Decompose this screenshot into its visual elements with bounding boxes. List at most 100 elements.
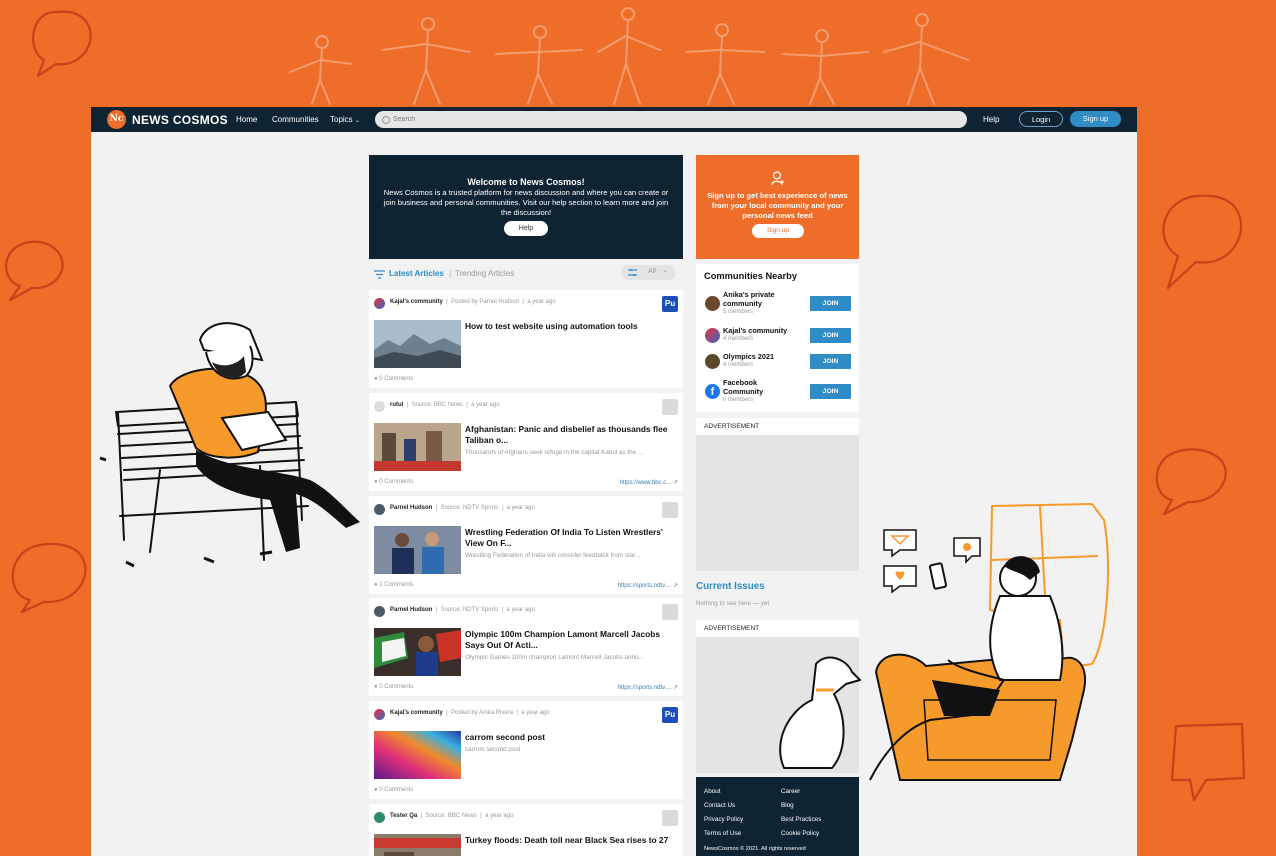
site-logo[interactable]: Nc	[107, 110, 126, 129]
article-community[interactable]: Kajal's community	[390, 299, 443, 305]
comment-icon: ●	[374, 582, 378, 588]
community-name[interactable]: Olympics 2021	[723, 352, 797, 361]
article-thumbnail[interactable]	[374, 423, 461, 471]
article-comments[interactable]: ● 0 Comments	[374, 684, 413, 690]
community-item[interactable]: Anika's private community 5 members JOIN	[696, 290, 859, 316]
article-comments[interactable]: ● 1 Comments	[374, 582, 413, 588]
nav-topics[interactable]: Topics ⌄	[330, 115, 360, 124]
article-card[interactable]: Parnel Hudson | Source: NDTV Sports | a …	[369, 598, 683, 696]
article-url[interactable]: https://sports.ndtv.... ↗	[618, 684, 678, 691]
article-comments[interactable]: ● 0 Comments	[374, 787, 413, 793]
comment-count: 0 Comments	[379, 479, 414, 485]
nav-communities[interactable]: Communities	[272, 115, 319, 124]
community-name[interactable]: Kajal's community	[723, 326, 797, 335]
community-item[interactable]: Kajal's community 4 members JOIN	[696, 326, 859, 352]
article-thumbnail[interactable]	[374, 834, 461, 856]
nav-home[interactable]: Home	[236, 115, 257, 124]
advertisement-placeholder[interactable]	[696, 637, 859, 773]
join-button[interactable]: JOIN	[810, 296, 851, 311]
article-card[interactable]: rutul | Source: BBC News | a year ago Af…	[369, 393, 683, 491]
join-button[interactable]: JOIN	[810, 384, 851, 399]
join-button[interactable]: JOIN	[810, 328, 851, 343]
login-button[interactable]: Login	[1019, 111, 1063, 127]
article-community[interactable]: Tester Qa	[390, 813, 417, 819]
welcome-text: News Cosmos is a trusted platform for ne…	[383, 188, 669, 217]
article-time: a year ago	[527, 299, 556, 305]
source-badge[interactable]	[662, 810, 678, 826]
article-community[interactable]: Parnel Hudson	[390, 607, 432, 613]
article-source: Parnel Hudson | Source: NDTV Sports | a …	[390, 505, 535, 511]
advertisement-label: ADVERTISEMENT	[704, 423, 760, 430]
signup-button[interactable]: Sign up	[1070, 111, 1121, 127]
communities-nearby: Communities Nearby Anika's private commu…	[696, 264, 859, 412]
article-comments[interactable]: ● 0 Comments	[374, 479, 413, 485]
tab-latest-articles[interactable]: Latest Articles	[389, 269, 444, 278]
article-thumbnail[interactable]	[374, 320, 461, 368]
article-card[interactable]: Kajal's community | Posted by Anika Rive…	[369, 701, 683, 799]
chevron-down-icon: ⌄	[354, 118, 360, 124]
article-url-text: https://sports.ndtv....	[617, 583, 672, 589]
article-comments[interactable]: ● 0 Comments	[374, 376, 413, 382]
footer-link-blog[interactable]: Blog	[781, 802, 794, 809]
article-title[interactable]: Afghanistan: Panic and disbelief as thou…	[465, 424, 680, 445]
community-item[interactable]: f Facebook Community 0 members JOIN	[696, 378, 859, 404]
footer-link-best-practices[interactable]: Best Practices	[781, 816, 821, 823]
article-community[interactable]: rutul	[390, 402, 403, 408]
signup-promo-text: Sign up to get best experience of news f…	[707, 191, 848, 220]
article-url[interactable]: https://www.bbc.c... ↗	[620, 479, 678, 486]
communities-title: Communities Nearby	[704, 271, 797, 281]
advertisement-slot: ADVERTISEMENT	[696, 620, 859, 773]
article-card[interactable]: Kajal's community | Posted by Parnel Hud…	[369, 290, 683, 388]
comment-icon: ●	[374, 479, 378, 485]
article-title[interactable]: Olympic 100m Champion Lamont Marcell Jac…	[465, 629, 680, 650]
search-input[interactable]	[375, 111, 967, 128]
footer-link-career[interactable]: Career	[781, 788, 800, 795]
article-thumbnail[interactable]	[374, 731, 461, 779]
article-source: Kajal's community | Posted by Parnel Hud…	[390, 299, 556, 305]
source-badge[interactable]	[662, 502, 678, 518]
community-avatar	[374, 709, 385, 720]
article-title[interactable]: Wrestling Federation Of India To Listen …	[465, 527, 680, 548]
tab-trending-articles[interactable]: Trending Articles	[455, 269, 514, 278]
author-badge[interactable]: Pu	[662, 296, 678, 312]
article-source: Kajal's community | Posted by Anika Rive…	[390, 710, 550, 716]
chevron-down-icon: ⌄	[662, 267, 668, 274]
filter-label: All	[648, 268, 656, 275]
join-button[interactable]: JOIN	[810, 354, 851, 369]
footer-link-contact[interactable]: Contact Us	[704, 802, 735, 809]
external-link-icon: ↗	[672, 583, 678, 589]
community-name[interactable]: Anika's private community	[723, 290, 797, 308]
current-issues-title[interactable]: Current Issues	[696, 581, 765, 592]
speech-bubble-icon	[1162, 194, 1243, 290]
footer-link-terms[interactable]: Terms of Use	[704, 830, 741, 837]
article-title[interactable]: carrom second post	[465, 732, 680, 743]
feed-filter-select[interactable]: All ⌄	[621, 265, 676, 280]
article-community[interactable]: Parnel Hudson	[390, 505, 432, 511]
article-title[interactable]: Turkey floods: Death toll near Black Sea…	[465, 835, 680, 846]
article-community[interactable]: Kajal's community	[390, 710, 443, 716]
article-title[interactable]: How to test website using automation too…	[465, 321, 680, 332]
community-item[interactable]: Olympics 2021 4 members JOIN	[696, 352, 859, 378]
article-url[interactable]: https://sports.ndtv.... ↗	[618, 582, 678, 589]
article-card[interactable]: Parnel Hudson | Source: NDTV Sports | a …	[369, 496, 683, 594]
footer-link-privacy[interactable]: Privacy Policy	[704, 816, 743, 823]
comment-count: 0 Comments	[379, 376, 414, 382]
community-name[interactable]: Facebook Community	[723, 378, 797, 396]
article-card[interactable]: Tester Qa | Source: BBC News | a year ag…	[369, 804, 683, 856]
promo-signup-button[interactable]: Sign up	[752, 224, 804, 238]
brand-name[interactable]: NEWS COSMOS	[132, 113, 228, 127]
welcome-help-button[interactable]: Help	[504, 221, 548, 236]
footer-link-about[interactable]: About	[704, 788, 720, 795]
footer-copyright: NewsCosmos © 2021. All rights reserved	[704, 846, 806, 852]
article-thumbnail[interactable]	[374, 628, 461, 676]
advertisement-placeholder[interactable]	[696, 435, 859, 571]
speech-bubble-icon	[1170, 722, 1246, 802]
footer-link-cookie[interactable]: Cookie Policy	[781, 830, 819, 837]
article-thumbnail[interactable]	[374, 526, 461, 574]
nav-help[interactable]: Help	[983, 115, 999, 124]
article-time: a year ago	[471, 402, 500, 408]
article-summary: carrom second post	[465, 746, 521, 753]
source-badge[interactable]	[662, 399, 678, 415]
source-badge[interactable]	[662, 604, 678, 620]
author-badge[interactable]: Pu	[662, 707, 678, 723]
